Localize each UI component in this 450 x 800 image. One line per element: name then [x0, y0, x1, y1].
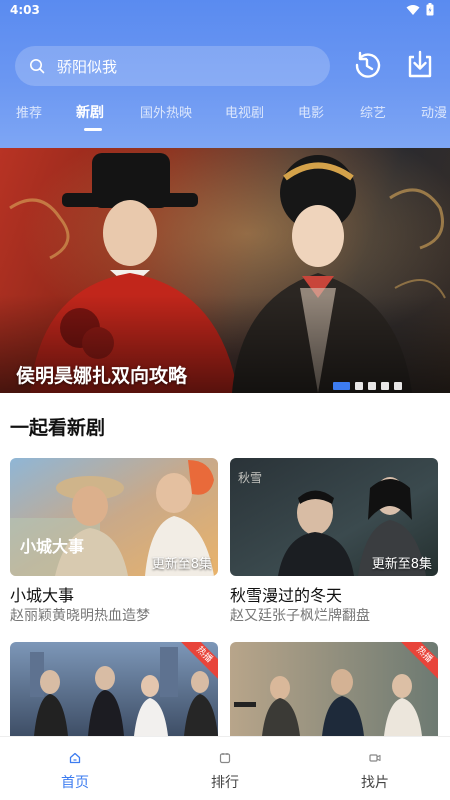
carousel-indicator: [333, 382, 402, 390]
thumbnail-image: [10, 642, 218, 736]
wifi-icon: [406, 4, 420, 15]
status-bar: 4:03: [0, 0, 450, 22]
drama-card[interactable]: 热播: [230, 642, 438, 736]
tab-new-drama[interactable]: 新剧: [76, 102, 104, 122]
carousel-dot: [381, 382, 389, 390]
drama-description: 赵又廷张子枫烂牌翻盘: [230, 608, 370, 624]
home-icon: [69, 752, 81, 764]
carousel-dot: [333, 382, 350, 390]
nav-discover-label: 找片: [361, 775, 389, 791]
nav-ranking-label: 排行: [211, 775, 239, 791]
status-icons: [406, 3, 434, 16]
svg-text:秋雪: 秋雪: [238, 471, 262, 485]
battery-icon: [426, 3, 434, 16]
search-icon: [30, 59, 45, 74]
thumbnail-image: [230, 642, 438, 736]
carousel-dot: [355, 382, 363, 390]
drama-card[interactable]: 小城大事 更新至8集 小城大事 赵丽颖黄晓明热血造梦: [10, 458, 218, 624]
tab-indicator: [84, 128, 102, 131]
search-input[interactable]: 骄阳似我: [15, 46, 330, 86]
banner-title: 侯明昊娜扎双向攻略: [16, 365, 188, 387]
drama-title: 小城大事: [10, 586, 75, 605]
status-time: 4:03: [10, 3, 40, 17]
banner-carousel[interactable]: 侯明昊娜扎双向攻略: [0, 148, 450, 393]
trophy-icon: [219, 753, 231, 764]
carousel-dot: [368, 382, 376, 390]
nav-discover[interactable]: 找片: [335, 749, 415, 792]
bottom-navigation: 首页 排行 找片: [0, 736, 450, 800]
update-status: 更新至8集: [371, 557, 432, 572]
tab-recommend[interactable]: 推荐: [16, 102, 42, 121]
tab-anime[interactable]: 动漫: [421, 102, 447, 121]
drama-description: 赵丽颖黄晓明热血造梦: [10, 608, 150, 624]
history-icon: [355, 51, 381, 78]
download-button[interactable]: [404, 49, 436, 81]
drama-thumbnail: 热播: [230, 642, 438, 736]
drama-thumbnail: 秋雪 更新至8集: [230, 458, 438, 576]
search-placeholder: 骄阳似我: [57, 57, 118, 76]
tab-variety[interactable]: 综艺: [360, 102, 386, 121]
drama-card[interactable]: 秋雪 更新至8集 秋雪漫过的冬天 赵又廷张子枫烂牌翻盘: [230, 458, 438, 624]
video-icon: [369, 754, 381, 762]
section-title: 一起看新剧: [10, 417, 106, 439]
banner-image: [0, 148, 450, 393]
update-status: 更新至8集: [151, 557, 212, 572]
nav-home[interactable]: 首页: [35, 749, 115, 792]
history-button[interactable]: [352, 49, 384, 81]
tab-tv-series[interactable]: 电视剧: [225, 102, 264, 121]
svg-text:小城大事: 小城大事: [20, 537, 84, 556]
drama-card[interactable]: 热播: [10, 642, 218, 736]
drama-thumbnail: 小城大事 更新至8集: [10, 458, 218, 576]
category-tabs: 推荐 新剧 国外热映 电视剧 电影 综艺 动漫: [0, 102, 450, 138]
drama-title: 秋雪漫过的冬天: [230, 586, 343, 605]
tab-movies[interactable]: 电影: [298, 102, 324, 121]
tab-overseas[interactable]: 国外热映: [140, 102, 192, 121]
nav-home-label: 首页: [61, 775, 89, 791]
drama-thumbnail: 热播: [10, 642, 218, 736]
nav-ranking[interactable]: 排行: [185, 749, 265, 792]
download-icon: [408, 50, 432, 78]
carousel-dot: [394, 382, 402, 390]
top-header: 4:03 骄阳似我 推荐 新剧 国外热映 电视剧 电影 综艺 动漫: [0, 0, 450, 148]
